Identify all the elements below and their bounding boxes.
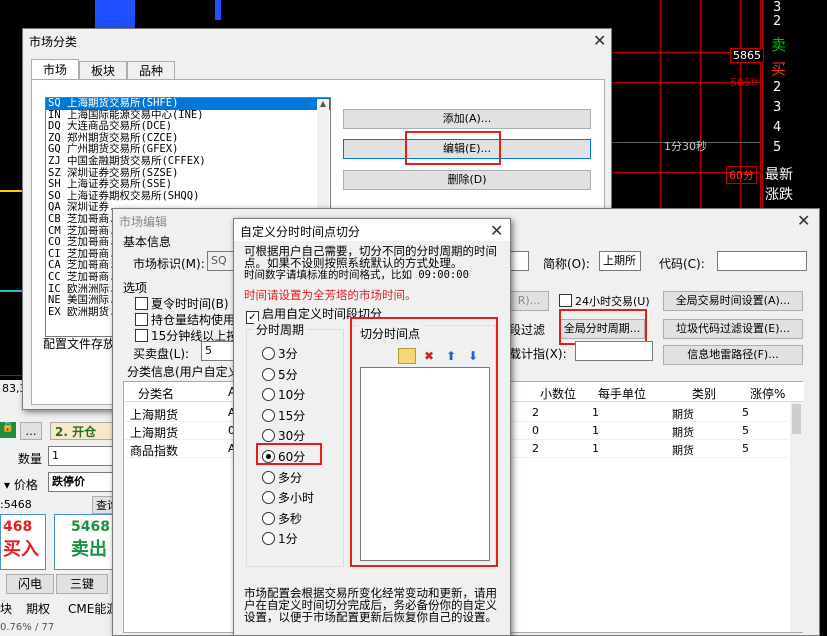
- period-radio[interactable]: 30分: [262, 427, 305, 444]
- dialog-title: 自定义分时时间点切分: [240, 225, 361, 239]
- delete-button[interactable]: 删除(D): [343, 170, 591, 190]
- quote-level: 2: [773, 80, 782, 95]
- market-list-item[interactable]: ZJ 中国金融期货交易所(CFFEX): [46, 155, 330, 168]
- period-radio[interactable]: 5分: [262, 366, 298, 383]
- tab-sector[interactable]: 板块: [79, 61, 127, 79]
- tab-variety[interactable]: 品种: [127, 61, 175, 79]
- period-radio[interactable]: 多秒: [262, 510, 302, 527]
- tab-market[interactable]: 市场: [31, 59, 79, 79]
- summer-time-checkbox[interactable]: 夏令时时间(B): [135, 295, 229, 312]
- quote-level: 3: [773, 0, 782, 15]
- info-path-button[interactable]: 信息地雷路径(F)...: [663, 345, 803, 365]
- buy-label: 买: [771, 60, 787, 78]
- 24h-trade-checkbox[interactable]: 24小时交易(U): [559, 293, 650, 309]
- lock-icon[interactable]: 🔒: [0, 422, 16, 438]
- split-time-list[interactable]: [360, 367, 490, 561]
- buy-sell-label: 买卖盘(L):: [133, 347, 190, 361]
- buy-sell-input[interactable]: 5: [201, 341, 235, 361]
- column-header[interactable]: 每手单位: [598, 385, 646, 402]
- quote-level: 5: [773, 140, 782, 155]
- period-label: 60分: [726, 166, 757, 184]
- basic-info-label: 基本信息: [123, 235, 172, 249]
- window-title: 市场编辑: [119, 215, 168, 229]
- add-button[interactable]: 添加(A)...: [343, 109, 591, 129]
- folder-icon[interactable]: [398, 348, 416, 364]
- period-radio[interactable]: 15分: [262, 407, 305, 424]
- price-tag-5865: 5865: [730, 48, 764, 63]
- split-toolbar: ✖ ⬆ ⬇: [396, 347, 488, 365]
- column-header[interactable]: 类别: [692, 385, 716, 402]
- quote-level: 3: [773, 100, 782, 115]
- column-header[interactable]: 小数位: [540, 385, 576, 402]
- index-input[interactable]: [575, 341, 653, 361]
- right-quote-panel: 3 2 卖 买 2 3 4 5 最新 涨跌: [762, 0, 827, 210]
- buy-box[interactable]: 468 买入: [0, 514, 46, 570]
- quantity-label: 数量: [18, 452, 43, 466]
- period-radio[interactable]: 10分: [262, 386, 305, 403]
- column-header[interactable]: 涨停%: [750, 385, 785, 402]
- split-group-label: 切分时间点: [358, 325, 423, 342]
- three-key-tab[interactable]: 三键: [56, 574, 108, 594]
- options-label: 选项: [123, 281, 148, 295]
- table-scrollbar[interactable]: [790, 402, 803, 632]
- price-input[interactable]: 跌停价: [48, 472, 116, 492]
- quote-level: 4: [773, 120, 782, 135]
- block-tab[interactable]: 块: [0, 600, 12, 617]
- delete-icon[interactable]: ✖: [420, 347, 438, 365]
- code-input[interactable]: [717, 251, 807, 271]
- timer-label: 1分30秒: [664, 140, 707, 153]
- global-split-period-button[interactable]: 全局分时周期...: [559, 319, 645, 339]
- change-label: 涨跌: [765, 187, 793, 203]
- sell-label: 卖: [771, 36, 787, 54]
- short-name-label: 简称(O):: [543, 257, 590, 271]
- global-trade-time-button[interactable]: 全局交易时间设置(A)...: [663, 291, 803, 311]
- quantity-input[interactable]: 1: [48, 446, 116, 466]
- options-tab[interactable]: 期权: [26, 600, 50, 617]
- period-radio[interactable]: 3分: [262, 345, 298, 362]
- price-5468: :5468: [0, 498, 32, 511]
- window-title: 市场分类: [29, 35, 78, 49]
- index-label: 载计指(X):: [509, 347, 567, 361]
- market-id-label: 市场标识(M):: [133, 257, 205, 271]
- order-panel: 83,3 🔒 … 2. 开仓 数量 1 ▾ 价格 跌停价 :5468 查询 46…: [0, 380, 125, 636]
- description-text: 可根据用户自己需要，切分不同的分时周期的时间点。如果不设则按照系统默认的方式处理…: [244, 244, 497, 270]
- code-label: 代码(C):: [659, 257, 705, 271]
- class-info-label: 分类信息(用户自定义: [127, 365, 240, 379]
- config-path-label: 配置文件存放: [43, 337, 116, 351]
- period-radio[interactable]: 60分: [262, 448, 305, 465]
- flash-tab[interactable]: 闪电: [6, 574, 54, 594]
- price-label: ▾ 价格: [4, 478, 38, 492]
- filter-label: 段过滤: [509, 323, 546, 337]
- bottom-percent: 0.76% / 77: [0, 622, 55, 633]
- edit-button[interactable]: 编辑(E)...: [343, 139, 591, 159]
- market-list-item[interactable]: SH 上海证券交易所(SSE): [46, 179, 330, 191]
- cme-tab[interactable]: CME能源: [68, 600, 118, 617]
- more-button[interactable]: …: [20, 422, 42, 440]
- move-down-icon[interactable]: ⬇: [464, 348, 482, 364]
- period-radio[interactable]: 多分: [262, 469, 302, 486]
- move-up-icon[interactable]: ⬆: [442, 348, 460, 364]
- quote-level: 2: [773, 14, 782, 29]
- close-icon[interactable]: ✕: [797, 213, 810, 229]
- column-header[interactable]: 分类名: [138, 385, 174, 402]
- junk-code-filter-button[interactable]: 垃圾代码过滤设置(E)...: [663, 319, 803, 339]
- period-radio[interactable]: 多小时: [262, 489, 314, 506]
- r-button[interactable]: R)...: [509, 291, 549, 311]
- period-radio[interactable]: 1分: [262, 530, 298, 547]
- footer-text: 市场配置会根据交易所变化经常变动和更新，请用户在自定义时间切分完成后，务必备份你…: [244, 586, 497, 624]
- custom-split-dialog: 自定义分时时间点切分 ✕ 可根据用户自己需要，切分不同的分时周期的时间点。如果不…: [233, 218, 511, 636]
- name-input[interactable]: [509, 251, 529, 271]
- price-tag-5850: 5850: [730, 76, 758, 89]
- latest-label: 最新: [765, 167, 793, 183]
- position-structure-checkbox[interactable]: 持仓量结构使用: [135, 311, 235, 328]
- close-icon[interactable]: ✕: [593, 33, 606, 49]
- period-group-label: 分时周期: [254, 321, 307, 338]
- warning-text: 时间请设置为全芳塔的市场时间。: [244, 288, 417, 302]
- short-name-input[interactable]: 上期所: [599, 251, 641, 271]
- time-format-text: 时间数字请填标准的时间格式，比如 09:00:00: [244, 269, 469, 281]
- close-icon[interactable]: ✕: [490, 223, 503, 239]
- market-list-item[interactable]: SQ 上海期货交易所(SHFE): [46, 98, 330, 110]
